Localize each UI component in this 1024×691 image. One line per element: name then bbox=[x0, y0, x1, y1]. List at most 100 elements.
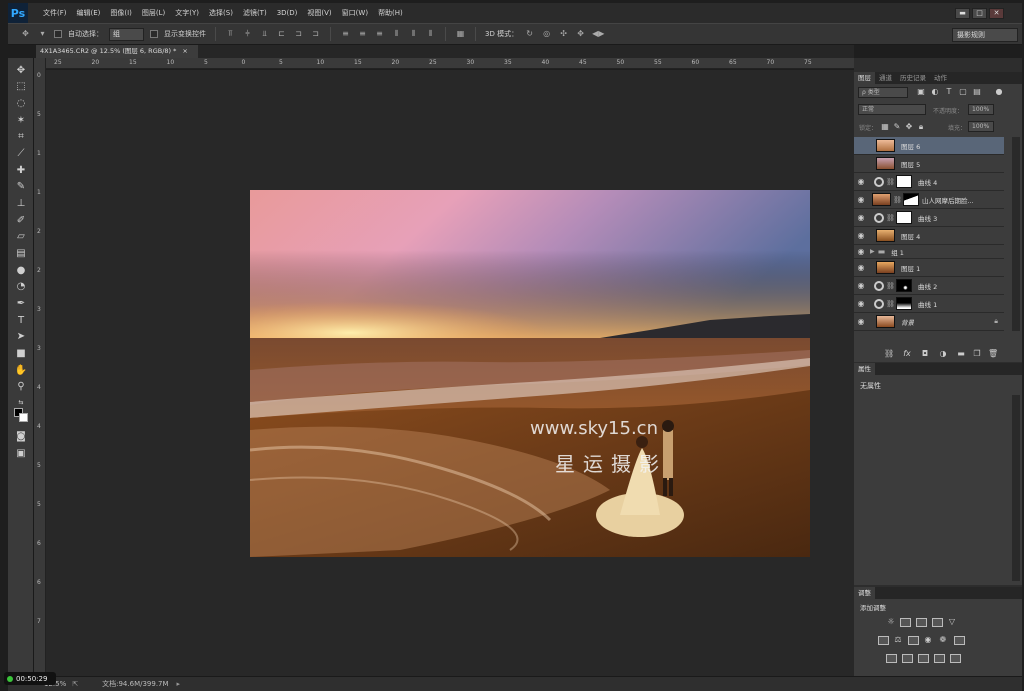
menu-layer[interactable]: 图层(L) bbox=[137, 3, 170, 23]
menu-window[interactable]: 窗口(W) bbox=[337, 3, 373, 23]
layer-filter-dropdown[interactable]: ρ 类型 bbox=[858, 87, 908, 98]
workspace-dropdown[interactable]: 摄影规则 bbox=[952, 28, 1018, 42]
align-vcenter-icon[interactable]: ⫩ bbox=[242, 29, 253, 39]
eye-icon[interactable]: ◉ bbox=[854, 317, 868, 326]
path-selection-tool-icon[interactable]: ➤ bbox=[14, 330, 28, 344]
channel-mixer-icon[interactable]: ❁ bbox=[938, 635, 948, 645]
marquee-tool-icon[interactable]: ⬚ bbox=[14, 80, 28, 94]
adjustment-icon[interactable]: ◑ bbox=[938, 349, 948, 359]
hand-tool-icon[interactable]: ✋ bbox=[14, 364, 28, 378]
crop-tool-icon[interactable]: ⌗ bbox=[14, 130, 28, 144]
visibility-toggle[interactable]: 👁 bbox=[854, 141, 868, 150]
auto-select-checkbox[interactable] bbox=[54, 30, 62, 38]
menu-3d[interactable]: 3D(D) bbox=[272, 3, 303, 23]
lasso-tool-icon[interactable]: ◌ bbox=[14, 97, 28, 111]
rectangle-tool-icon[interactable]: ■ bbox=[14, 347, 28, 361]
hue-saturation-icon[interactable] bbox=[878, 636, 889, 645]
close-tab-icon[interactable]: × bbox=[182, 45, 187, 58]
layer-row[interactable]: 👁 图层 6 bbox=[854, 137, 1004, 155]
healing-brush-tool-icon[interactable]: ✚ bbox=[14, 164, 28, 178]
threshold-icon[interactable] bbox=[918, 654, 929, 663]
magic-wand-tool-icon[interactable]: ✶ bbox=[14, 114, 28, 128]
properties-scrollbar[interactable] bbox=[1012, 395, 1020, 581]
auto-align-icon[interactable]: ▦ bbox=[455, 29, 466, 39]
menu-view[interactable]: 视图(V) bbox=[302, 3, 336, 23]
blend-mode-dropdown[interactable]: 正常 bbox=[858, 104, 926, 115]
layer-row[interactable]: ◉ ⛓ 曲线 1 bbox=[854, 295, 1004, 313]
chain-link-icon[interactable]: ⛓ bbox=[886, 282, 895, 290]
eye-icon[interactable]: ◉ bbox=[854, 299, 868, 308]
chevron-down-icon[interactable]: ▾ bbox=[37, 29, 48, 39]
visibility-toggle[interactable]: 👁 bbox=[854, 159, 868, 168]
distribute-bottom-icon[interactable]: ≡ bbox=[374, 29, 385, 39]
canvas-area[interactable]: www.sky15.cn 星运摄影 bbox=[46, 70, 854, 676]
distribute-right-icon[interactable]: ⫴ bbox=[425, 29, 436, 39]
export-icon[interactable]: ⇱ bbox=[72, 680, 78, 688]
lock-all-icon[interactable]: 🔒︎ bbox=[916, 122, 926, 132]
eye-icon[interactable]: ◉ bbox=[854, 263, 868, 272]
menu-edit[interactable]: 编辑(E) bbox=[72, 3, 106, 23]
history-brush-tool-icon[interactable]: ✐ bbox=[14, 214, 28, 228]
color-lookup-icon[interactable] bbox=[954, 636, 965, 645]
folder-icon[interactable]: ▬ bbox=[956, 349, 966, 359]
blur-tool-icon[interactable]: ● bbox=[14, 264, 28, 278]
eraser-tool-icon[interactable]: ▱ bbox=[14, 230, 28, 244]
lock-pixels-icon[interactable]: ✎ bbox=[892, 122, 902, 132]
slide-3d-icon[interactable]: ✥ bbox=[575, 29, 586, 39]
posterize-icon[interactable] bbox=[902, 654, 913, 663]
layer-row[interactable]: ◉ ⛓ 山人网摩后期脸... bbox=[854, 191, 1004, 209]
document-tab[interactable]: 4X1A3465.CR2 @ 12.5% (图层 6, RGB/8) * × bbox=[36, 45, 198, 58]
filter-toggle-icon[interactable]: ● bbox=[994, 87, 1004, 97]
chain-link-icon[interactable]: ⛓ bbox=[886, 214, 895, 222]
layer-row[interactable]: 👁 图层 5 bbox=[854, 155, 1004, 173]
layer-row[interactable]: ◉ 背景 🔒︎ bbox=[854, 313, 1004, 331]
distribute-hcenter-icon[interactable]: ⫴ bbox=[408, 29, 419, 39]
zoom-tool-icon[interactable]: ⚲ bbox=[14, 380, 28, 394]
menu-image[interactable]: 图像(I) bbox=[105, 3, 137, 23]
layer-row[interactable]: ◉ 图层 1 bbox=[854, 259, 1004, 277]
move-tool-icon[interactable]: ✥ bbox=[14, 64, 28, 78]
filter-smart-object-icon[interactable]: ▤ bbox=[972, 87, 982, 97]
menu-select[interactable]: 选择(S) bbox=[204, 3, 238, 23]
layer-mask-thumbnail[interactable] bbox=[896, 279, 912, 292]
menu-filter[interactable]: 滤镜(T) bbox=[238, 3, 272, 23]
filter-pixel-icon[interactable]: ▣ bbox=[916, 87, 926, 97]
distribute-vcenter-icon[interactable]: ≡ bbox=[357, 29, 368, 39]
tab-properties[interactable]: 属性 bbox=[854, 363, 875, 375]
layers-scrollbar[interactable] bbox=[1012, 137, 1020, 331]
link-icon[interactable]: ⛓ bbox=[884, 349, 894, 359]
selective-color-icon[interactable] bbox=[950, 654, 961, 663]
chain-link-icon[interactable]: ⛓ bbox=[886, 178, 895, 186]
expand-arrow-icon[interactable]: ▶ bbox=[870, 248, 875, 255]
tab-adjustments[interactable]: 调整 bbox=[854, 587, 875, 599]
lock-position-icon[interactable]: ✥ bbox=[904, 122, 914, 132]
align-left-icon[interactable]: ⊏ bbox=[276, 29, 287, 39]
align-right-icon[interactable]: ⊐ bbox=[310, 29, 321, 39]
distribute-top-icon[interactable]: ≡ bbox=[340, 29, 351, 39]
roll-3d-icon[interactable]: ◎ bbox=[541, 29, 552, 39]
distribute-left-icon[interactable]: ⫴ bbox=[391, 29, 402, 39]
menu-type[interactable]: 文字(Y) bbox=[170, 3, 204, 23]
filter-type-icon[interactable]: T bbox=[944, 87, 954, 97]
brightness-icon[interactable]: ☼ bbox=[886, 617, 896, 627]
curves-icon[interactable] bbox=[916, 618, 927, 627]
auto-select-dropdown[interactable]: 组 bbox=[109, 27, 144, 41]
chain-link-icon[interactable]: ⛓ bbox=[886, 300, 895, 308]
tab-history[interactable]: 历史记录 bbox=[896, 72, 930, 84]
invert-icon[interactable] bbox=[886, 654, 897, 663]
clone-stamp-tool-icon[interactable]: ⊥ bbox=[14, 197, 28, 211]
minimize-button[interactable]: ▬ bbox=[955, 7, 970, 19]
lock-transparency-icon[interactable]: ▦ bbox=[880, 122, 890, 132]
layer-mask-thumbnail[interactable] bbox=[896, 211, 912, 224]
move-tool-icon[interactable]: ✥ bbox=[20, 29, 31, 39]
filter-shape-icon[interactable]: ▢ bbox=[958, 87, 968, 97]
layer-row[interactable]: ◉ ⛓ 曲线 2 bbox=[854, 277, 1004, 295]
layer-row[interactable]: ◉ ⛓ 曲线 4 bbox=[854, 173, 1004, 191]
layer-row[interactable]: ◉ 图层 4 bbox=[854, 227, 1004, 245]
layer-mask-thumbnail[interactable] bbox=[903, 193, 919, 206]
vibrance-icon[interactable]: ▽ bbox=[947, 617, 957, 627]
opacity-input[interactable]: 100% bbox=[968, 104, 994, 115]
menu-help[interactable]: 帮助(H) bbox=[373, 3, 408, 23]
layer-mask-thumbnail[interactable] bbox=[896, 297, 912, 310]
align-top-icon[interactable]: ⫪ bbox=[225, 29, 236, 39]
